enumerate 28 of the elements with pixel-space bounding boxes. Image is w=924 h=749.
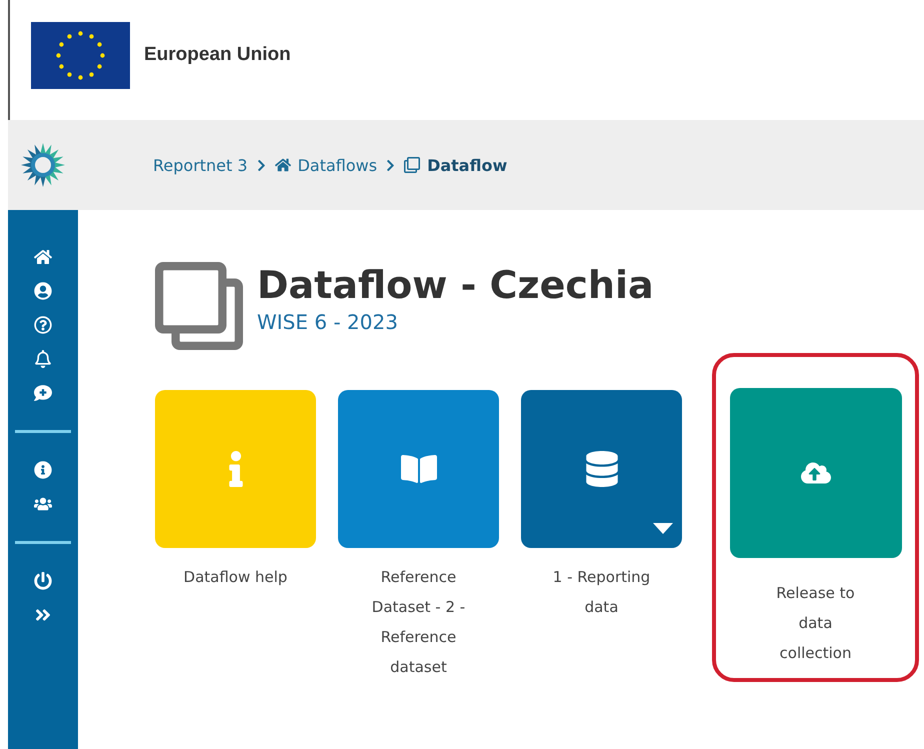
page-subtitle: WISE 6 - 2023 [257, 310, 399, 334]
tile-button[interactable] [338, 390, 499, 548]
breadcrumb-link[interactable]: Reportnet 3 [153, 156, 248, 174]
tile-label: Dataflow help [182, 567, 288, 588]
tile-button[interactable] [521, 390, 682, 548]
tile-button[interactable] [155, 390, 316, 548]
database-icon [584, 451, 620, 487]
page-title: Dataflow - Czechia [257, 262, 654, 308]
breadcrumb-current: Dataflow [427, 156, 508, 174]
organization-name: European Union [144, 44, 291, 66]
breadcrumb-link[interactable]: Dataflows [298, 156, 378, 174]
help-icon [34, 316, 52, 334]
bell-icon [34, 350, 52, 368]
home-icon [274, 157, 291, 173]
power-icon [34, 572, 52, 590]
user-icon [34, 282, 52, 300]
tile-label: Release to data collection [775, 583, 856, 664]
users-icon [34, 495, 52, 513]
home-icon [34, 248, 52, 266]
sun-logo-icon [20, 142, 66, 188]
comment-plus-icon [34, 384, 52, 402]
copy-icon [404, 157, 420, 173]
tile-label: 1 - Reporting data [552, 567, 652, 618]
info-icon [34, 461, 52, 479]
flag-icon [31, 22, 130, 88]
tile-button[interactable] [730, 388, 902, 558]
dataflow-icon [155, 262, 243, 350]
tile-label: Reference Dataset - 2 - Reference dataset [370, 567, 466, 678]
